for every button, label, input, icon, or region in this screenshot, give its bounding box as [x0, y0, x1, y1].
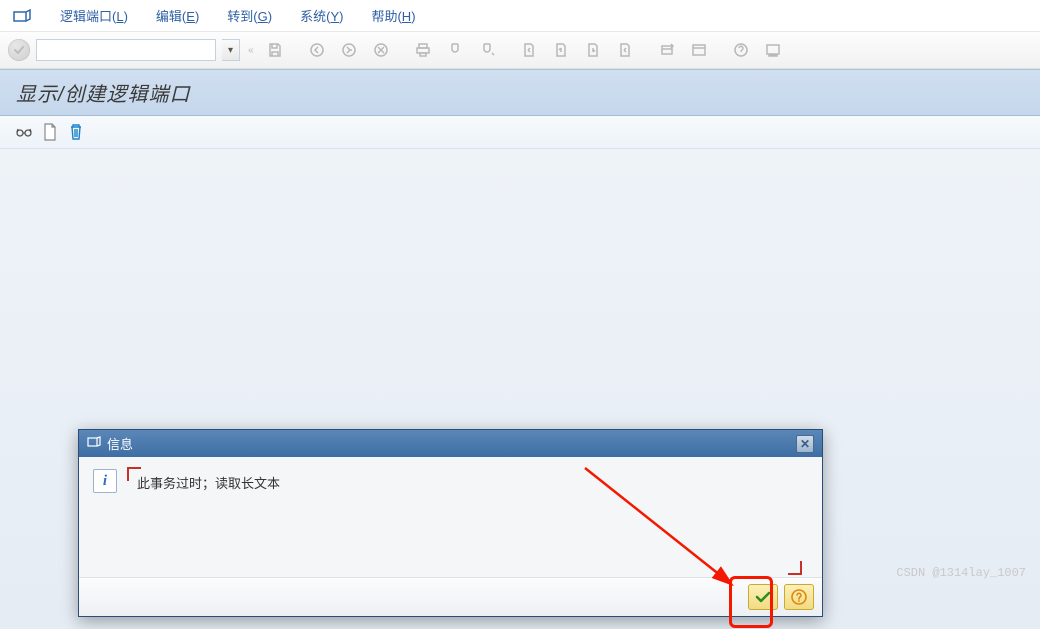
save-icon[interactable] — [262, 38, 288, 62]
toolbar-expand-icon[interactable]: « — [246, 45, 256, 56]
find-icon[interactable] — [442, 38, 468, 62]
first-page-icon[interactable] — [516, 38, 542, 62]
bracket-top-left — [127, 467, 141, 481]
delete-trash-icon[interactable] — [66, 122, 86, 142]
dialog-title-icon — [87, 436, 101, 451]
menu-system[interactable]: 系统(Y) — [300, 6, 343, 25]
last-page-icon[interactable] — [612, 38, 638, 62]
chevron-down-icon: ▾ — [228, 45, 233, 56]
menu-edit[interactable]: 编辑(E) — [156, 6, 199, 25]
menu-help[interactable]: 帮助(H) — [371, 6, 415, 25]
message-area: 此事务过时；读取长文本 — [129, 469, 808, 565]
dialog-footer — [79, 578, 822, 616]
print-icon[interactable] — [410, 38, 436, 62]
watermark-text: CSDN @1314lay_1007 — [896, 566, 1026, 580]
glasses-display-icon[interactable] — [14, 122, 34, 142]
layout-settings-icon[interactable] — [760, 38, 786, 62]
application-toolbar — [0, 116, 1040, 149]
menu-bar: 逻辑端口(L) 编辑(E) 转到(G) 系统(Y) 帮助(H) — [0, 0, 1040, 32]
create-document-icon[interactable] — [40, 122, 60, 142]
find-next-icon[interactable] — [474, 38, 500, 62]
command-field[interactable] — [36, 39, 216, 61]
command-field-dropdown[interactable]: ▾ — [222, 39, 240, 61]
dialog-close-button[interactable]: ✕ — [796, 435, 814, 453]
dialog-body: i 此事务过时；读取长文本 — [79, 457, 822, 577]
next-page-icon[interactable] — [580, 38, 606, 62]
cancel-icon[interactable] — [368, 38, 394, 62]
bracket-bottom-right — [788, 561, 802, 575]
ok-button[interactable] — [748, 584, 778, 610]
dialog-titlebar: 信息 ✕ — [79, 430, 822, 457]
title-bar: 显示/创建逻辑端口 — [0, 69, 1040, 116]
menu-logical-port[interactable]: 逻辑端口(L) — [60, 6, 128, 25]
prev-page-icon[interactable] — [548, 38, 574, 62]
enter-button[interactable] — [8, 39, 30, 61]
new-session-icon[interactable] — [654, 38, 680, 62]
shortcut-icon[interactable] — [686, 38, 712, 62]
exit-icon[interactable] — [336, 38, 362, 62]
content-area: 信息 ✕ i 此事务过时；读取长文本 — [0, 149, 1040, 629]
back-icon[interactable] — [304, 38, 330, 62]
standard-toolbar: ▾ « — [0, 32, 1040, 69]
dialog-help-button[interactable] — [784, 584, 814, 610]
dialog-title-text: 信息 — [107, 434, 133, 453]
message-text: 此事务过时；读取长文本 — [137, 476, 280, 491]
info-icon: i — [93, 469, 117, 493]
sap-menu-icon[interactable] — [12, 7, 32, 25]
page-title: 显示/创建逻辑端口 — [16, 78, 1024, 107]
help-icon[interactable] — [728, 38, 754, 62]
info-dialog: 信息 ✕ i 此事务过时；读取长文本 — [78, 429, 823, 617]
menu-goto[interactable]: 转到(G) — [227, 6, 272, 25]
